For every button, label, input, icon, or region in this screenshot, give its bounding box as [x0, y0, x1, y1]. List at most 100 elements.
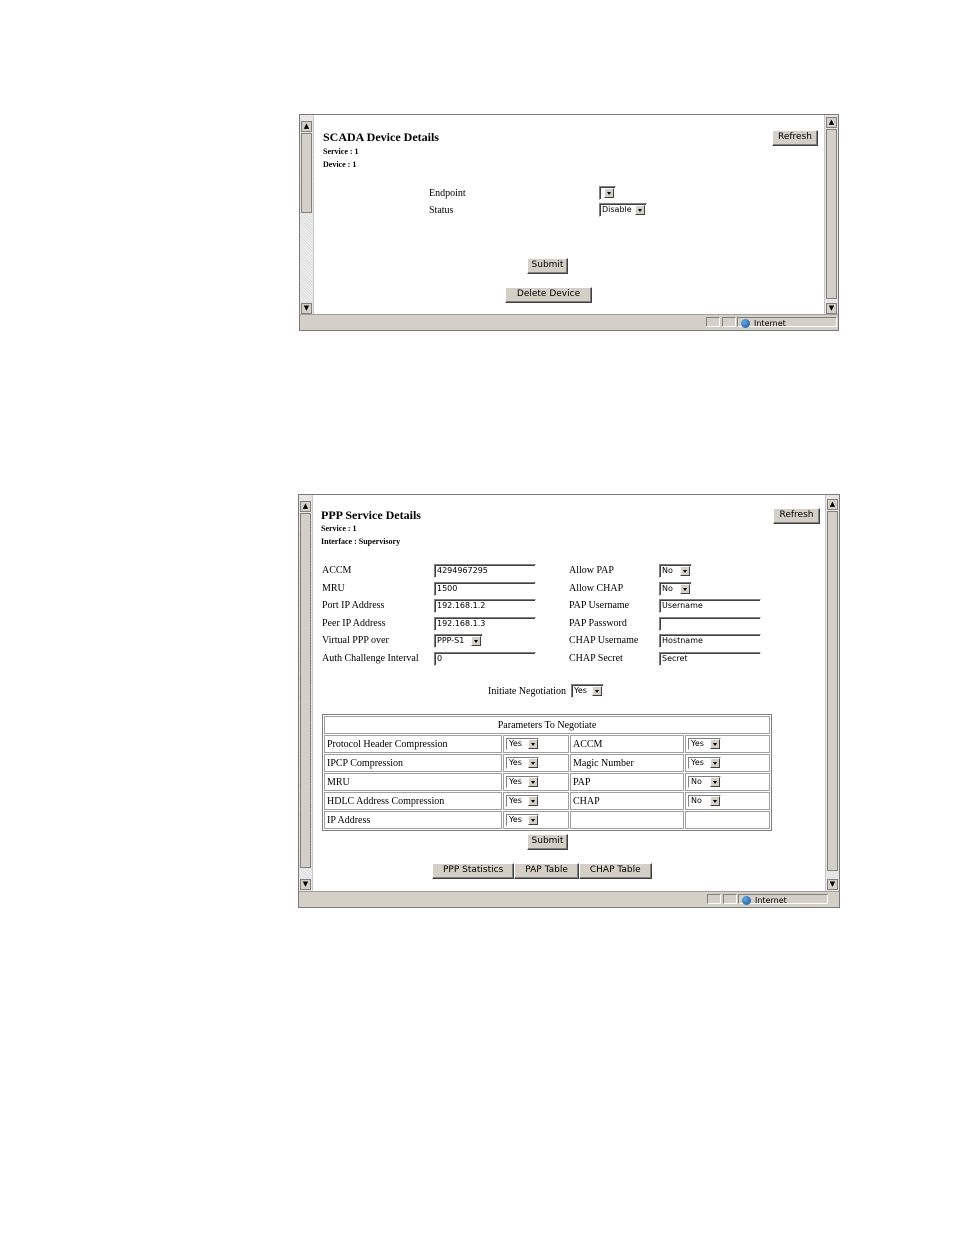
- param-select[interactable]: Yes: [506, 795, 539, 807]
- chap-table-button[interactable]: CHAP Table: [578, 863, 652, 879]
- table-row: Protocol Header Compression Yes ACCM Yes: [324, 735, 770, 753]
- scroll-up-icon[interactable]: ▲: [300, 501, 311, 512]
- param-select[interactable]: No: [688, 795, 721, 807]
- table-header-row: Parameters To Negotiate: [324, 716, 770, 734]
- param-select[interactable]: No: [688, 776, 721, 788]
- status-bar: Internet: [299, 891, 839, 907]
- endpoint-select[interactable]: [599, 186, 616, 200]
- port-ip-input[interactable]: 192.168.1.2: [434, 599, 536, 613]
- scroll-down-icon[interactable]: ▼: [826, 303, 837, 314]
- chevron-down-icon[interactable]: [528, 777, 538, 787]
- param-value-cell: No: [685, 792, 770, 810]
- scroll-thumb[interactable]: [300, 513, 311, 868]
- scroll-up-icon[interactable]: ▲: [301, 121, 312, 132]
- ppp-left-scrollbar[interactable]: ▲ ▼: [299, 495, 313, 892]
- internet-globe-icon: [741, 319, 750, 328]
- status-bar: Internet: [300, 314, 838, 330]
- param-label: ACCM: [570, 735, 684, 753]
- chevron-down-icon[interactable]: [710, 739, 720, 749]
- param-label: Protocol Header Compression: [324, 735, 502, 753]
- pap-password-input[interactable]: [659, 617, 761, 631]
- scroll-down-icon[interactable]: ▼: [300, 879, 311, 890]
- chevron-down-icon[interactable]: [710, 796, 720, 806]
- param-empty-cell: [570, 811, 684, 829]
- pap-username-input[interactable]: Username: [659, 599, 761, 613]
- chevron-down-icon[interactable]: [635, 205, 645, 215]
- parameters-table: Parameters To Negotiate Protocol Header …: [322, 714, 772, 831]
- chap-username-input[interactable]: Hostname: [659, 634, 761, 648]
- chap-secret-input[interactable]: Secret: [659, 652, 761, 666]
- scroll-up-icon[interactable]: ▲: [827, 499, 838, 510]
- param-value-cell: Yes: [503, 754, 569, 772]
- scroll-up-icon[interactable]: ▲: [826, 117, 837, 128]
- scroll-thumb[interactable]: [826, 129, 837, 299]
- param-value-cell: Yes: [503, 773, 569, 791]
- mru-input[interactable]: 1500: [434, 582, 536, 596]
- allow-chap-select[interactable]: No: [659, 582, 692, 596]
- param-label: PAP: [570, 773, 684, 791]
- chap-username-label: CHAP Username: [569, 635, 639, 646]
- param-select[interactable]: Yes: [506, 757, 539, 769]
- param-value-cell: Yes: [503, 735, 569, 753]
- auth-challenge-input[interactable]: 0: [434, 652, 536, 666]
- chevron-down-icon[interactable]: [592, 686, 602, 696]
- page-title: SCADA Device Details: [323, 130, 439, 144]
- chevron-down-icon[interactable]: [471, 636, 481, 646]
- pap-username-label: PAP Username: [569, 600, 630, 611]
- param-value-cell: Yes: [685, 735, 770, 753]
- scada-right-scrollbar[interactable]: ▲ ▼: [824, 115, 838, 316]
- refresh-button[interactable]: Refresh: [772, 130, 818, 146]
- delete-device-button[interactable]: Delete Device: [505, 287, 592, 303]
- scada-left-scrollbar[interactable]: ▲ ▼: [300, 115, 314, 316]
- chevron-down-icon[interactable]: [680, 584, 690, 594]
- param-label: HDLC Address Compression: [324, 792, 502, 810]
- zone-label: Internet: [754, 319, 786, 328]
- table-header: Parameters To Negotiate: [324, 716, 770, 734]
- chevron-down-icon[interactable]: [528, 739, 538, 749]
- initiate-negotiation-label: Initiate Negotiation: [488, 686, 567, 697]
- peer-ip-input[interactable]: 192.168.1.3: [434, 617, 536, 631]
- ppp-right-scrollbar[interactable]: ▲ ▼: [825, 495, 839, 892]
- param-label: IP Address: [324, 811, 502, 829]
- submit-button[interactable]: Submit: [527, 258, 568, 274]
- chap-secret-label: CHAP Secret: [569, 653, 623, 664]
- scroll-down-icon[interactable]: ▼: [301, 303, 312, 314]
- scada-browser-window: ▲ ▼ ▲ ▼ SCADA Device Details Service : 1…: [299, 114, 839, 331]
- param-select[interactable]: Yes: [506, 738, 539, 750]
- chevron-down-icon[interactable]: [528, 796, 538, 806]
- status-select[interactable]: Disable: [599, 203, 647, 217]
- param-select[interactable]: Yes: [688, 757, 721, 769]
- scroll-thumb[interactable]: [827, 511, 838, 871]
- param-empty-cell: [685, 811, 770, 829]
- zone-label: Internet: [755, 896, 787, 905]
- scroll-down-icon[interactable]: ▼: [827, 879, 838, 890]
- param-label: CHAP: [570, 792, 684, 810]
- chevron-down-icon[interactable]: [710, 777, 720, 787]
- scroll-thumb[interactable]: [301, 133, 312, 213]
- param-select[interactable]: Yes: [688, 738, 721, 750]
- refresh-button[interactable]: Refresh: [773, 508, 820, 524]
- ppp-statistics-button[interactable]: PPP Statistics: [432, 863, 515, 879]
- param-select[interactable]: Yes: [506, 814, 539, 826]
- chevron-down-icon[interactable]: [528, 815, 538, 825]
- param-value-cell: Yes: [503, 811, 569, 829]
- chevron-down-icon[interactable]: [604, 188, 614, 198]
- pap-table-button[interactable]: PAP Table: [514, 863, 579, 879]
- chevron-down-icon[interactable]: [680, 566, 690, 576]
- device-label: Device : 1: [323, 160, 357, 169]
- param-select[interactable]: Yes: [506, 776, 539, 788]
- table-row: HDLC Address Compression Yes CHAP No: [324, 792, 770, 810]
- chevron-down-icon[interactable]: [528, 758, 538, 768]
- initiate-negotiation-select[interactable]: Yes: [571, 684, 604, 698]
- accm-input[interactable]: 4294967295: [434, 564, 536, 578]
- chevron-down-icon[interactable]: [710, 758, 720, 768]
- port-ip-label: Port IP Address: [322, 600, 385, 611]
- allow-pap-label: Allow PAP: [569, 565, 614, 576]
- endpoint-label: Endpoint: [429, 188, 466, 199]
- param-value-cell: No: [685, 773, 770, 791]
- submit-button[interactable]: Submit: [527, 834, 568, 850]
- virtual-ppp-select[interactable]: PPP-S1: [434, 634, 483, 648]
- allow-pap-select[interactable]: No: [659, 564, 692, 578]
- allow-chap-label: Allow CHAP: [569, 583, 624, 594]
- zone-cell: Internet: [737, 317, 837, 328]
